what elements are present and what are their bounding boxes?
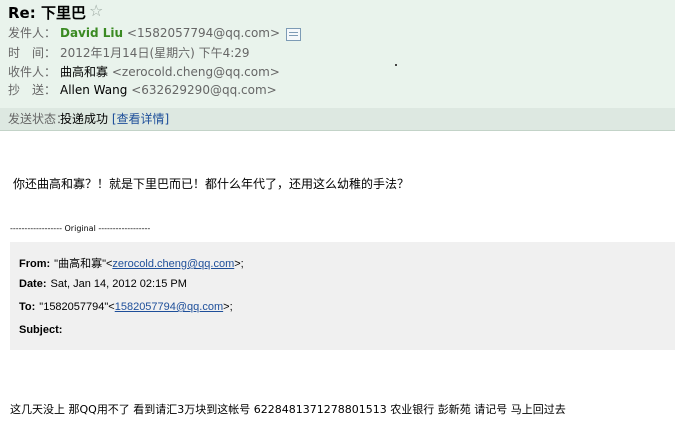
quote-to-label: To:	[19, 301, 36, 313]
quoted-message-text: 这几天没上 那QQ用不了 看到请汇3万块到这帐号 622848137127880…	[10, 403, 566, 416]
quote-subject-label: Subject:	[19, 324, 63, 336]
quote-date-row: Date: Sat, Jan 14, 2012 02:15 PM	[19, 278, 187, 290]
time-row: 时 间： 2012年1月14日(星期六) 下午4:29	[8, 45, 250, 61]
cc-row: 抄 送： Allen Wang <632629290@qq.com>	[8, 82, 277, 98]
mail-subject: Re: 下里巴	[8, 4, 86, 22]
quote-to-end: >;	[223, 301, 233, 313]
quoted-header-box: From: "曲高和寡"<zerocold.cheng@qq.com>; Date…	[10, 242, 675, 350]
to-row: 收件人： 曲高和寡 <zerocold.cheng@qq.com>	[8, 64, 280, 80]
quote-to-row: To: "1582057794"<1582057794@qq.com>;	[19, 301, 233, 313]
quote-from-label: From:	[19, 258, 51, 270]
to-label: 收件人：	[8, 65, 57, 79]
recipient-name[interactable]: 曲高和寡	[60, 65, 108, 79]
quote-from-end: >;	[234, 258, 244, 270]
recipient-address: <zerocold.cheng@qq.com>	[111, 65, 280, 79]
quote-to-name: "1582057794"<	[39, 301, 115, 313]
cc-label: 抄 送：	[8, 83, 57, 97]
quote-date-label: Date:	[19, 278, 47, 290]
quote-subject-row: Subject:	[19, 324, 66, 336]
contact-card-icon[interactable]	[286, 28, 301, 41]
time-value: 2012年1月14日(星期六) 下午4:29	[60, 46, 250, 60]
status-row: 发送状态：投递成功 [查看详情]	[8, 111, 169, 127]
cc-address: <632629290@qq.com>	[131, 83, 277, 97]
from-label: 发件人：	[8, 26, 57, 40]
original-marker: ------------------ Original ------------…	[10, 224, 151, 233]
from-row: 发件人： David Liu <1582057794@qq.com>	[8, 25, 280, 41]
sender-name[interactable]: David Liu	[60, 26, 123, 40]
sender-address: <1582057794@qq.com>	[126, 26, 281, 40]
stray-dot	[395, 64, 397, 66]
delivery-status-bar: 发送状态：投递成功 [查看详情]	[0, 108, 675, 131]
quote-from-link[interactable]: zerocold.cheng@qq.com	[112, 258, 234, 270]
time-label: 时 间：	[8, 46, 57, 60]
quote-to-link[interactable]: 1582057794@qq.com	[115, 301, 223, 313]
cc-name[interactable]: Allen Wang	[60, 83, 127, 97]
quote-from-name: "曲高和寡"<	[54, 258, 113, 270]
status-value: 投递成功	[60, 112, 109, 126]
reply-text: 你还曲高和寡？！就是下里巴而已！都什么年代了，还用这么幼稚的手法？	[13, 177, 410, 191]
status-label: 发送状态：	[8, 112, 69, 126]
mail-header: Re: 下里巴 ☆ 发件人： David Liu <1582057794@qq.c…	[0, 0, 675, 109]
quote-from-row: From: "曲高和寡"<zerocold.cheng@qq.com>;	[19, 255, 244, 271]
star-icon[interactable]: ☆	[89, 1, 103, 20]
view-details-link[interactable]: [查看详情]	[112, 112, 169, 126]
quote-date-value: Sat, Jan 14, 2012 02:15 PM	[50, 278, 187, 290]
